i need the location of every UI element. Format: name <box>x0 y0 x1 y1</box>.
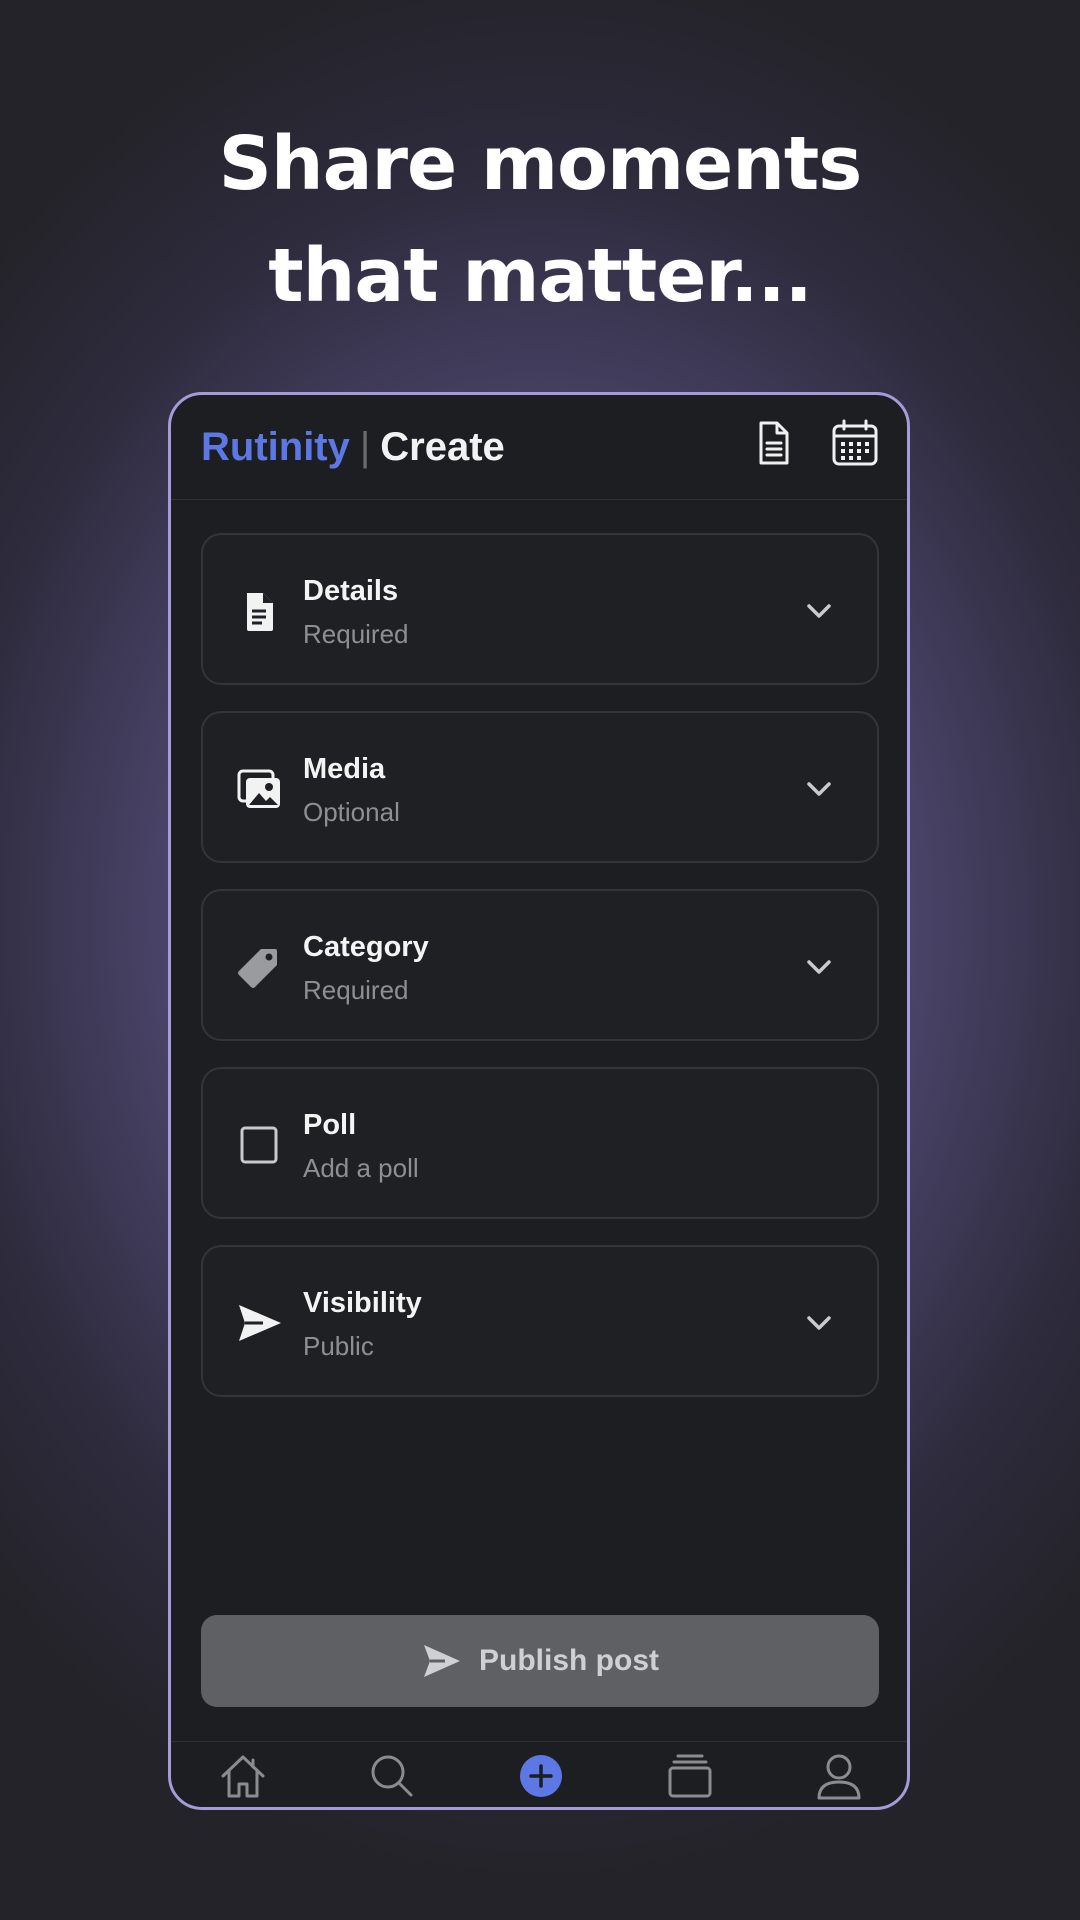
checkbox-icon <box>240 1126 278 1164</box>
create-sections: Details Required Media Optional Category… <box>201 533 879 1423</box>
media-icon-wrap <box>233 763 285 815</box>
poll-checkbox[interactable] <box>233 1119 285 1171</box>
nav-home[interactable] <box>215 1748 271 1804</box>
headline-line-1: Share moments <box>218 121 863 207</box>
page-title: Create <box>380 425 505 469</box>
send-icon <box>239 1305 281 1341</box>
section-poll[interactable]: Poll Add a poll <box>201 1067 879 1219</box>
bottom-nav <box>171 1741 907 1807</box>
chevron-down-icon[interactable] <box>799 947 839 987</box>
visibility-icon-wrap <box>233 1297 285 1349</box>
publish-button[interactable]: Publish post <box>201 1615 879 1707</box>
headline-line-2: that matter... <box>268 233 812 319</box>
section-visibility[interactable]: Visibility Public <box>201 1245 879 1397</box>
section-details[interactable]: Details Required <box>201 533 879 685</box>
chevron-down-icon[interactable] <box>799 1303 839 1343</box>
category-icon-wrap <box>233 941 285 993</box>
details-icon-wrap <box>233 585 285 637</box>
search-icon <box>371 1755 413 1797</box>
headline: Share moments that matter... <box>0 108 1080 332</box>
tag-icon <box>238 949 277 988</box>
section-status: Add a poll <box>303 1153 419 1183</box>
calendar-icon <box>832 419 878 466</box>
document-icon <box>759 421 789 465</box>
publish-label: Publish post <box>479 1644 659 1677</box>
chevron-down-icon[interactable] <box>799 769 839 809</box>
nav-create[interactable] <box>513 1748 569 1804</box>
add-icon <box>520 1755 562 1797</box>
section-status: Public <box>303 1331 374 1361</box>
section-title: Media <box>303 753 386 785</box>
nav-collections[interactable] <box>662 1748 718 1804</box>
home-icon <box>221 1755 265 1798</box>
send-icon <box>424 1645 460 1677</box>
section-media[interactable]: Media Optional <box>201 711 879 863</box>
phone-frame: Rutinity | Create Details Required Media… <box>168 392 910 1810</box>
nav-search[interactable] <box>364 1748 420 1804</box>
document-icon <box>247 593 273 631</box>
title-separator: | <box>359 425 371 469</box>
section-status: Optional <box>303 797 400 827</box>
collections-icon <box>668 1754 712 1798</box>
schedule-button[interactable] <box>827 415 883 471</box>
image-icon <box>237 769 280 808</box>
app-header: Rutinity | Create <box>171 395 907 500</box>
section-title: Details <box>303 575 399 607</box>
brand-name[interactable]: Rutinity <box>201 425 350 469</box>
section-title: Poll <box>303 1109 357 1141</box>
section-status: Required <box>303 975 409 1005</box>
section-title: Category <box>303 931 429 963</box>
header-title: Rutinity | Create <box>201 419 505 475</box>
chevron-down-icon[interactable] <box>799 591 839 631</box>
section-category[interactable]: Category Required <box>201 889 879 1041</box>
section-status: Required <box>303 619 409 649</box>
nav-profile[interactable] <box>811 1748 867 1804</box>
profile-icon <box>817 1754 861 1800</box>
drafts-button[interactable] <box>745 415 801 471</box>
section-title: Visibility <box>303 1287 422 1319</box>
